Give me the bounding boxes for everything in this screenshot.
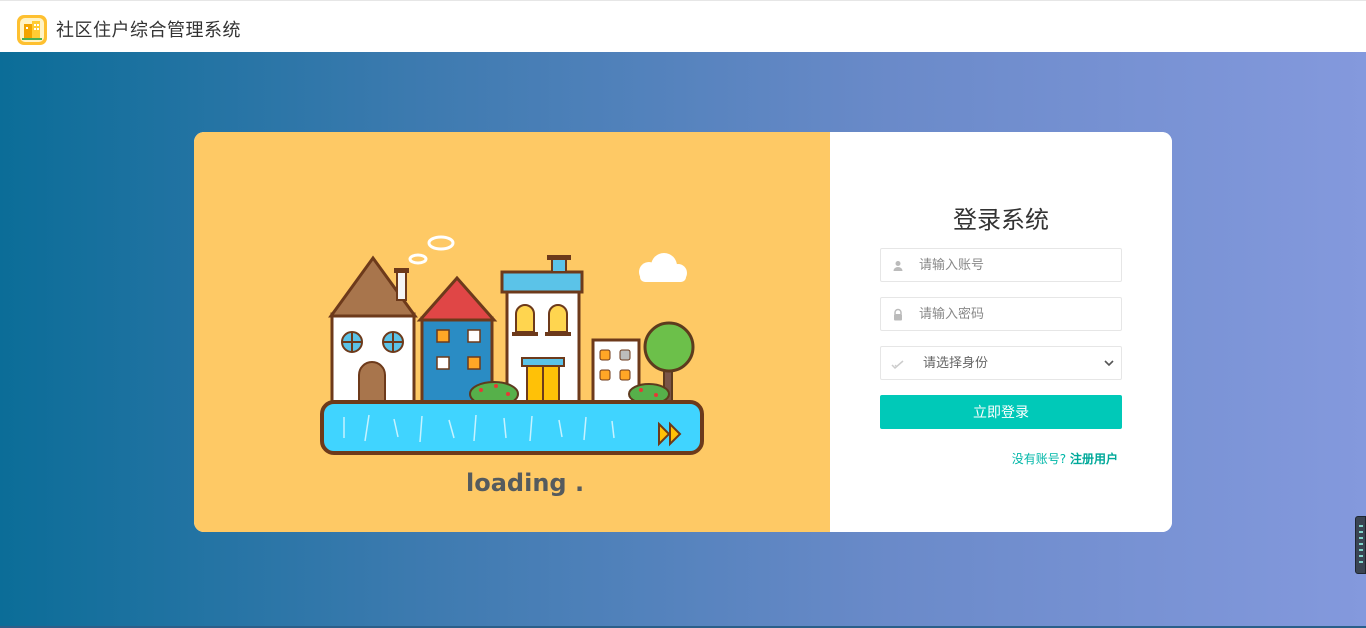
register-link[interactable]: 注册用户	[1070, 452, 1118, 466]
login-button[interactable]: 立即登录	[880, 395, 1122, 429]
side-widget[interactable]	[1355, 516, 1366, 574]
user-icon	[893, 261, 903, 271]
illustration-panel: loading .	[194, 132, 830, 532]
check-icon	[891, 360, 904, 370]
login-form: 登录系统 请选择身份	[830, 132, 1172, 532]
form-title: 登录系统	[953, 206, 1049, 234]
username-input[interactable]	[919, 249, 1114, 281]
login-card: loading . 登录系统 请选择身份	[194, 132, 1172, 532]
chevron-down-icon	[1104, 360, 1114, 367]
password-input[interactable]	[919, 298, 1114, 330]
top-bar: 社区住户综合管理系统	[0, 0, 1366, 52]
loading-text: loading .	[466, 469, 585, 497]
building-logo-icon	[17, 15, 47, 45]
password-field[interactable]	[880, 297, 1122, 331]
username-field[interactable]	[880, 248, 1122, 282]
role-select[interactable]: 请选择身份	[915, 347, 1121, 379]
register-prompt: 没有账号?	[1011, 452, 1067, 466]
lock-icon	[894, 308, 902, 321]
app-title: 社区住户综合管理系统	[56, 20, 241, 41]
register-line: 没有账号? 注册用户	[1012, 450, 1118, 467]
role-field[interactable]: 请选择身份	[880, 346, 1122, 380]
